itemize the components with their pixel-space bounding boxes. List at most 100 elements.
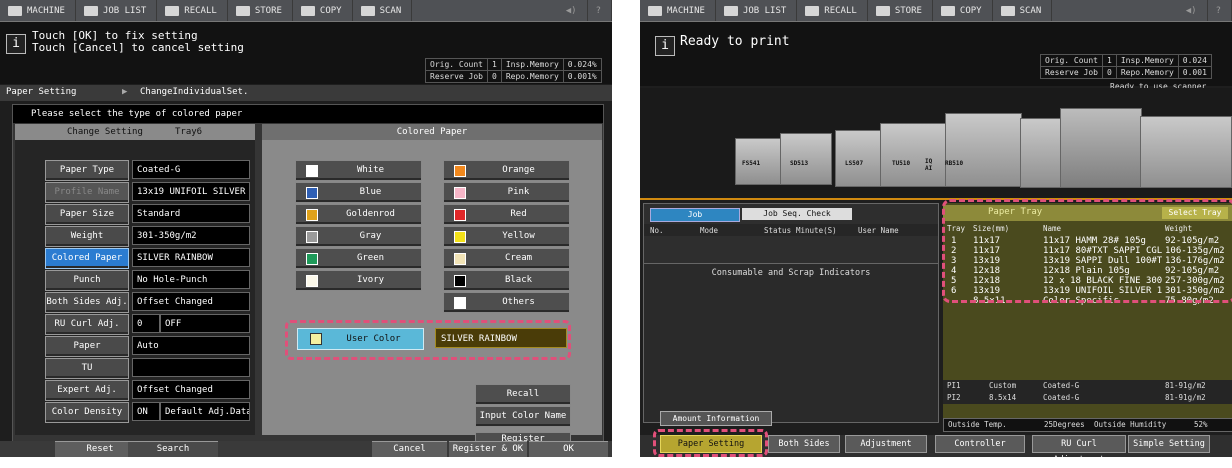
relay-unit [945, 113, 1022, 187]
setting-button[interactable]: Profile Name [45, 182, 129, 203]
help-icon[interactable]: ? [588, 0, 612, 21]
tab-recall[interactable]: RECALL [797, 0, 868, 21]
color-button-orange[interactable]: Orange [443, 160, 570, 181]
cancel-button[interactable]: Cancel [372, 441, 447, 457]
ok-button[interactable]: OK [529, 441, 608, 457]
setting-button[interactable]: Paper Separation [45, 336, 129, 370]
color-button-ivory[interactable]: Ivory [295, 270, 422, 291]
message-area: i Ready to print Orig. Count 1 Insp.Memory… [640, 22, 1232, 91]
job-list-icon [723, 5, 738, 16]
sound-icon[interactable]: ◀) [558, 0, 588, 21]
adjustment-button[interactable]: Adjustment [845, 435, 927, 453]
setting-value: 301-350g/m2 [132, 226, 250, 245]
color-button-white[interactable]: White [295, 160, 422, 181]
input-color-name-button[interactable]: Input Color Name [475, 406, 571, 427]
tab-machine[interactable]: MACHINE [640, 0, 716, 21]
setting-button[interactable]: Color Density [45, 402, 129, 423]
recall-button[interactable]: Recall [475, 384, 571, 405]
user-color-name: SILVER RAINBOW [435, 328, 567, 348]
pi-tray-row[interactable]: PI2 8.5x14 Coated-G 81-91g/m2 [943, 392, 1232, 404]
tab-copy[interactable]: COPY [933, 0, 993, 21]
sound-icon[interactable]: ◀) [1178, 0, 1208, 21]
setting-button[interactable]: Paper Size [45, 204, 129, 225]
register-ok-button[interactable]: Register & OK [449, 441, 527, 457]
color-swatch [306, 253, 318, 265]
tab-machine[interactable]: MACHINE [0, 0, 76, 21]
setting-button[interactable]: RU Curl Adj. [45, 314, 129, 335]
setting-value: SILVER RAINBOW [132, 248, 250, 267]
tab-recall[interactable]: RECALL [157, 0, 228, 21]
color-swatch [454, 187, 466, 199]
breadcrumb: Paper Setting ▶ ChangeIndividualSet. [0, 85, 612, 101]
copy-icon [300, 5, 315, 16]
change-setting-header: Change Setting Tray6 [15, 124, 255, 140]
simple-setting-button[interactable]: Simple Setting [1128, 435, 1210, 453]
setting-button[interactable]: Punch [45, 270, 129, 291]
setting-button[interactable]: Both Sides Adj. [45, 292, 129, 313]
color-swatch [306, 209, 318, 221]
paper-feed-unit [1140, 116, 1232, 188]
consumables-title: Consumable and Scrap Indicators [711, 268, 871, 278]
setting-value-2: Default Adj.Data [160, 402, 250, 421]
setting-button[interactable]: Paper Type [45, 160, 129, 181]
tab-job-list[interactable]: JOB LIST [716, 0, 798, 21]
machine-icon [8, 5, 22, 16]
tab-scan[interactable]: SCAN [353, 0, 413, 21]
color-swatch [454, 165, 466, 177]
setting-button[interactable]: Colored Paper [45, 248, 129, 269]
user-color-button[interactable]: User Color [297, 328, 424, 350]
color-swatch [454, 253, 466, 265]
message-line-2: Touch [Cancel] to cancel setting [32, 41, 244, 54]
color-swatch [306, 275, 318, 287]
both-sides-button[interactable]: Both Sides [768, 435, 840, 453]
setting-button[interactable]: Expert Adj. [45, 380, 129, 401]
color-button-yellow[interactable]: Yellow [443, 226, 570, 247]
user-color-swatch [310, 333, 322, 345]
help-icon[interactable]: ? [1208, 0, 1232, 21]
color-button-cream[interactable]: Cream [443, 248, 570, 269]
color-button-goldenrod[interactable]: Goldenrod [295, 204, 422, 225]
color-button-pink[interactable]: Pink [443, 182, 570, 203]
ru-curl-adjustment-button[interactable]: RU Curl Adjustment [1032, 435, 1126, 465]
tab-scan[interactable]: SCAN [993, 0, 1053, 21]
info-icon: i [655, 36, 675, 56]
tab-copy[interactable]: COPY [293, 0, 353, 21]
color-swatch [454, 297, 466, 309]
machine-illustration: FS541 SD513 LS507 TU510 IQ AI RB510 [640, 88, 1232, 198]
color-swatch [454, 275, 466, 287]
breadcrumb-arrow-icon: ▶ [122, 87, 128, 97]
tray-highlight [942, 199, 1232, 303]
controller-button[interactable]: Controller [935, 435, 1025, 453]
setting-value: Auto [132, 336, 250, 355]
job-pane: Job Job Seq. Check No. Mode Status Minut… [643, 203, 939, 265]
search-button[interactable]: Search [128, 441, 218, 457]
color-button-black[interactable]: Black [443, 270, 570, 291]
setting-button[interactable]: Weight [45, 226, 129, 247]
color-swatch [454, 231, 466, 243]
recall-icon [805, 5, 820, 16]
color-button-others[interactable]: Others [443, 292, 570, 313]
setting-button[interactable]: TU OffsetProfile [45, 358, 129, 392]
breadcrumb-paper-setting[interactable]: Paper Setting [6, 87, 76, 97]
setting-value: Standard [132, 204, 250, 223]
tab-store[interactable]: STORE [868, 0, 933, 21]
amount-information-button[interactable]: Amount Information [660, 411, 772, 426]
tab-store[interactable]: STORE [228, 0, 293, 21]
job-seq-check-tab[interactable]: Job Seq. Check [742, 208, 852, 220]
setting-value: Offset Changed [132, 380, 250, 399]
color-button-green[interactable]: Green [295, 248, 422, 269]
color-swatch [306, 187, 318, 199]
pi-tray-row[interactable]: PI1 Custom Coated-G 81-91g/m2 [943, 380, 1232, 392]
saddle-unit [780, 133, 832, 185]
tab-job-list[interactable]: JOB LIST [76, 0, 158, 21]
setting-value: 13x19 UNIFOIL SILVER 1 [132, 182, 250, 201]
store-icon [875, 5, 890, 16]
breadcrumb-current: ChangeIndividualSet. [140, 87, 249, 97]
color-button-red[interactable]: Red [443, 204, 570, 225]
color-button-gray[interactable]: Gray [295, 226, 422, 247]
consumables-pane: Consumable and Scrap Indicators [643, 263, 939, 423]
color-button-blue[interactable]: Blue [295, 182, 422, 203]
job-tab[interactable]: Job [650, 208, 740, 222]
recall-icon [165, 5, 180, 16]
status-table: Orig. Count 1 Insp.Memory 0.024 Reserve Job… [1040, 54, 1212, 79]
